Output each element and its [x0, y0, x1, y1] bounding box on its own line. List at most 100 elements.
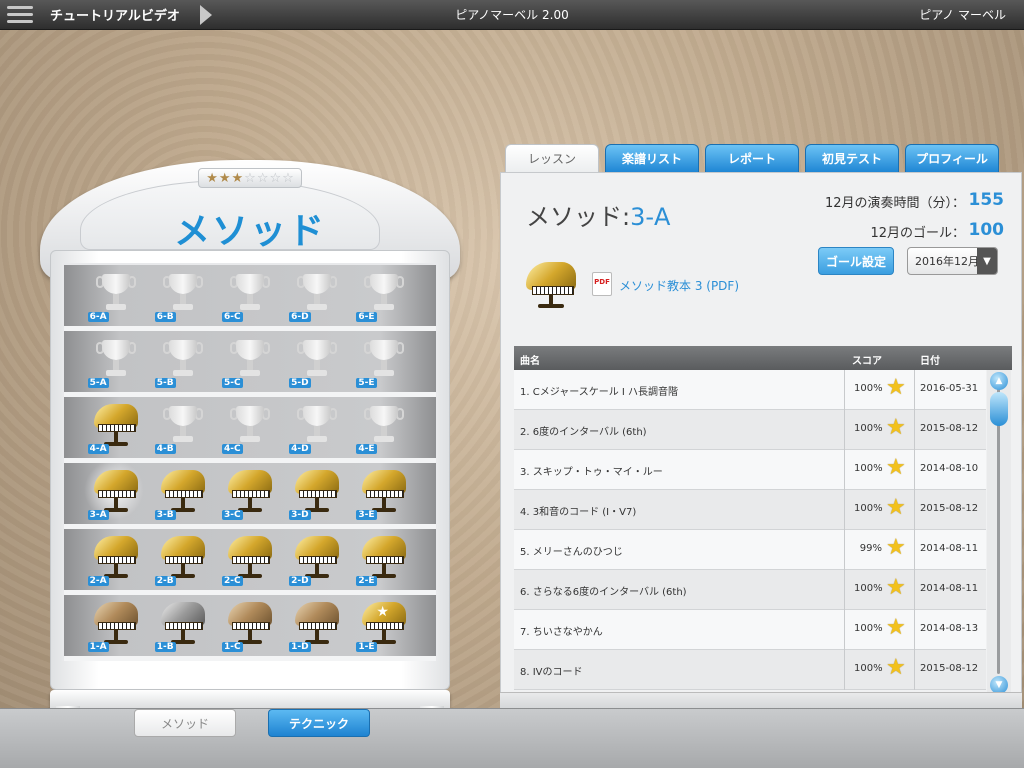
brand-name[interactable]: ピアノ マーベル — [919, 6, 1006, 23]
slot-label: 3-D — [289, 510, 311, 520]
lesson-slot-1-d[interactable]: 1-D — [289, 598, 345, 652]
top-bar: チュートリアルビデオ ピアノマーベル 2.00 ピアノ マーベル — [0, 0, 1024, 30]
lesson-slot-5-b[interactable]: 5-B — [154, 334, 211, 388]
method-book-pdf-link[interactable]: メソッド教本 3 (PDF) — [619, 277, 739, 294]
table-row[interactable]: 7. ちいさなやかん 100% ★ 2014-08-13 — [514, 610, 986, 650]
lesson-slot-2-a[interactable]: 2-A — [87, 532, 144, 586]
lesson-slot-4-b[interactable]: 4-B — [154, 400, 211, 454]
lesson-slot-6-e[interactable]: 6-E — [356, 268, 412, 322]
technique-button[interactable]: テクニック — [268, 709, 370, 737]
star-icon: ☆ — [282, 170, 294, 186]
table-row[interactable]: 1. Cメジャースケール I ハ長調音階 100% ★ 2016-05-31 — [514, 370, 986, 410]
chevron-down-icon: ▼ — [977, 248, 997, 274]
lesson-slot-3-c[interactable]: 3-C — [221, 466, 278, 520]
pdf-icon[interactable] — [592, 272, 612, 296]
lesson-slot-3-a[interactable]: 3-A — [83, 460, 144, 520]
tab-report[interactable]: レポート — [705, 144, 799, 172]
lesson-slot-3-d[interactable]: 3-D — [289, 466, 345, 520]
gold-piano-icon — [293, 532, 341, 582]
lesson-slot-5-d[interactable]: 5-D — [289, 334, 345, 388]
slot-label: 4-E — [356, 444, 377, 454]
slot-label: 2-C — [221, 576, 243, 586]
lesson-slot-5-a[interactable]: 5-A — [87, 334, 144, 388]
scrollbar[interactable]: ▲ ▼ — [987, 370, 1011, 694]
slot-label: 4-D — [289, 444, 311, 454]
slot-label: 1-A — [87, 642, 109, 652]
tab-sight-reading[interactable]: 初見テスト — [805, 144, 899, 172]
song-date: 2015-08-12 — [920, 663, 979, 674]
tab-profile[interactable]: プロフィール — [905, 144, 999, 172]
lesson-slot-1-e[interactable]: 1-E — [356, 598, 412, 652]
star-icon: ★ — [206, 170, 218, 186]
lesson-slot-5-e[interactable]: 5-E — [356, 334, 412, 388]
slot-label: 6-B — [154, 312, 176, 322]
lesson-slot-4-d[interactable]: 4-D — [289, 400, 345, 454]
lesson-slot-5-c[interactable]: 5-C — [221, 334, 278, 388]
lesson-slot-6-d[interactable]: 6-D — [289, 268, 345, 322]
method-button[interactable]: メソッド — [134, 709, 236, 737]
lesson-slot-1-b[interactable]: 1-B — [154, 598, 211, 652]
tab-score-list[interactable]: 楽譜リスト — [605, 144, 699, 172]
lesson-slot-3-e[interactable]: 3-E — [356, 466, 412, 520]
table-row[interactable]: 8. IVのコード 100% ★ 2015-08-12 — [514, 650, 986, 690]
method-title: メソッド:3-A — [526, 197, 670, 232]
table-row[interactable]: 4. 3和音のコード (I・V7) 100% ★ 2015-08-12 — [514, 490, 986, 530]
col-header-score: スコア — [852, 356, 882, 367]
song-score: 100% — [854, 583, 883, 594]
play-arrow-icon[interactable] — [199, 4, 212, 25]
lesson-slot-6-c[interactable]: 6-C — [221, 268, 278, 322]
star-icon: ★ — [886, 535, 906, 560]
song-date: 2014-08-13 — [920, 623, 979, 634]
trophy-icon — [229, 270, 270, 314]
trophy-icon — [95, 270, 136, 314]
lesson-slot-2-b[interactable]: 2-B — [154, 532, 211, 586]
scroll-up-icon[interactable]: ▲ — [990, 372, 1008, 390]
slot-label: 6-C — [221, 312, 243, 322]
lesson-slot-2-d[interactable]: 2-D — [289, 532, 345, 586]
bronze-piano-icon — [226, 598, 274, 648]
lesson-slot-2-e[interactable]: 2-E — [356, 532, 412, 586]
scroll-track — [997, 388, 1000, 674]
table-row[interactable]: 3. スキップ・トゥ・マイ・ルー 100% ★ 2014-08-10 — [514, 450, 986, 490]
goal-setting-button[interactable]: ゴール設定 — [818, 247, 894, 275]
tab-lesson[interactable]: レッスン — [505, 144, 599, 172]
song-score: 100% — [854, 623, 883, 634]
month-select[interactable]: 2016年12月 ▼ — [907, 247, 998, 275]
shelf: 1-A 1-B 1-C 1-D 1-E — [64, 595, 436, 661]
slot-label: 1-E — [356, 642, 377, 652]
lesson-slot-3-b[interactable]: 3-B — [154, 466, 211, 520]
lesson-slot-4-a[interactable]: 4-A — [87, 400, 144, 454]
trophy-icon — [297, 270, 338, 314]
lesson-slot-6-b[interactable]: 6-B — [154, 268, 211, 322]
lesson-slot-4-c[interactable]: 4-C — [221, 400, 278, 454]
tutorial-video-link[interactable]: チュートリアルビデオ — [50, 5, 180, 24]
slot-label: 6-A — [87, 312, 109, 322]
trophy-icon — [364, 270, 405, 314]
table-row[interactable]: 6. さらなる6度のインターバル (6th) 100% ★ 2014-08-11 — [514, 570, 986, 610]
song-date: 2014-08-11 — [920, 543, 979, 554]
star-icon: ★ — [886, 455, 906, 480]
table-row[interactable]: 2. 6度のインターバル (6th) 100% ★ 2015-08-12 — [514, 410, 986, 450]
scroll-thumb[interactable] — [990, 392, 1008, 426]
lesson-slot-1-c[interactable]: 1-C — [221, 598, 278, 652]
silver-piano-icon — [159, 598, 207, 648]
goal-value: 100 — [968, 220, 1005, 240]
song-date: 2015-08-12 — [920, 423, 979, 434]
slot-label: 3-B — [154, 510, 176, 520]
star-icon: ★ — [886, 375, 906, 400]
lesson-slot-2-c[interactable]: 2-C — [221, 532, 278, 586]
shelf: 2-A 2-B 2-C 2-D 2-E — [64, 529, 436, 595]
slot-label: 6-E — [356, 312, 377, 322]
star-icon: ★ — [886, 615, 906, 640]
lesson-slot-6-a[interactable]: 6-A — [87, 268, 144, 322]
table-row[interactable]: 5. メリーさんのひつじ 99% ★ 2014-08-11 — [514, 530, 986, 570]
hamburger-menu-icon[interactable] — [0, 0, 40, 30]
gold-piano-icon — [226, 532, 274, 582]
lesson-slot-1-a[interactable]: 1-A — [87, 598, 144, 652]
slot-label: 4-C — [221, 444, 243, 454]
star-icon: ★ — [886, 655, 906, 680]
lesson-slot-4-e[interactable]: 4-E — [356, 400, 412, 454]
col-header-name: 曲名 — [520, 356, 540, 367]
slot-label: 2-E — [356, 576, 377, 586]
trophy-cabinet: ★ ★ ★ ☆ ☆ ☆ ☆ メソッド 6-A 6-B 6-C 6-D 6-E 5-A 5-B 5-C 5-D… — [20, 150, 480, 732]
